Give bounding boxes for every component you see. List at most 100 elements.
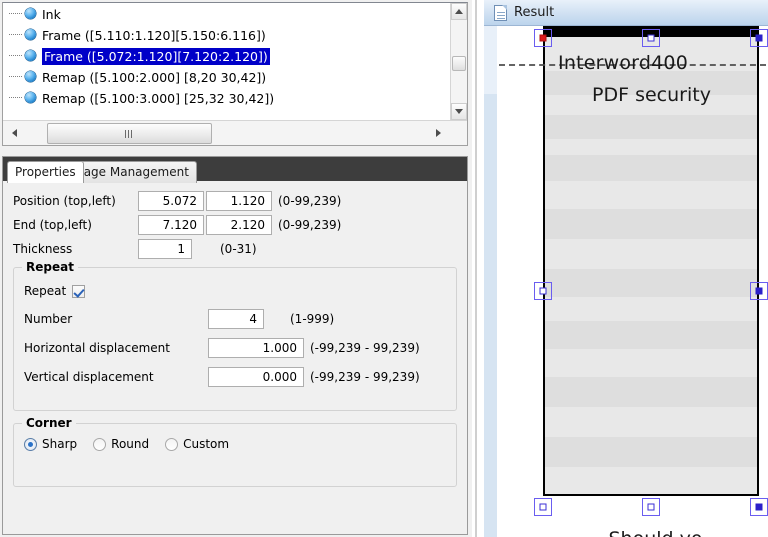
radio-round[interactable] [93, 437, 107, 451]
text-band [545, 155, 757, 181]
handle-core [755, 503, 763, 511]
repeat-checkbox[interactable] [72, 284, 85, 298]
tab-page-management[interactable]: Page Management [69, 161, 197, 183]
tree-item-frame-2-selected[interactable]: Frame ([5.072:1.120][7.120:2.120]) [3, 45, 449, 66]
properties-pane: Position (top,left) (0-99,239) End (top,… [2, 181, 468, 535]
vertical-displacement-row: Vertical displacement (-99,239 - 99,239) [24, 362, 446, 391]
tree-item-frame-1[interactable]: Frame ([5.110:1.120][5.150:6.116]) [3, 24, 449, 45]
text-band [545, 321, 757, 349]
number-range-hint: (1-999) [290, 311, 335, 326]
blue-sphere-icon [25, 29, 36, 40]
scroll-left-button[interactable] [5, 123, 23, 143]
scroll-down-button[interactable] [451, 103, 467, 120]
selection-handle-top-left[interactable] [534, 29, 552, 47]
selection-handle-bottom-right[interactable] [750, 498, 768, 516]
selection-handle-top-right[interactable] [750, 29, 768, 47]
tree-item-label: Frame ([5.072:1.120][7.120:2.120]) [42, 48, 270, 65]
tree-vertical-scrollbar[interactable] [450, 3, 467, 120]
radio-sharp[interactable] [24, 437, 37, 451]
scroll-up-icon [455, 9, 463, 14]
blue-sphere-icon [25, 71, 36, 82]
position-top-input[interactable] [138, 191, 204, 211]
tree-item-label: Remap ([5.100:2.000] [8,20 30,42]) [42, 70, 267, 85]
selection-handle-top-center[interactable] [642, 29, 660, 47]
result-tab-label: Result [514, 5, 555, 20]
text-band [545, 209, 757, 239]
document-subheading: PDF security [592, 84, 711, 106]
text-band [545, 437, 757, 467]
handle-core [647, 503, 655, 511]
horizontal-displacement-input[interactable] [208, 337, 304, 358]
horizontal-displacement-label: Horizontal displacement [24, 340, 170, 355]
left-panel: Ink Frame ([5.110:1.120][5.150:6.116]) F… [0, 0, 472, 537]
document-page[interactable]: Interword400 PDF security Should yo [497, 26, 768, 537]
text-band [545, 377, 757, 407]
panel-splitter[interactable] [472, 0, 484, 537]
selection-handle-middle-left[interactable] [534, 282, 552, 300]
tree-connector-icon [7, 87, 25, 108]
corner-group-title: Corner [22, 416, 76, 430]
tree-item-label: Remap ([5.100:3.000] [25,32 30,42]) [42, 91, 275, 106]
number-input[interactable] [208, 308, 264, 329]
document-icon [494, 4, 507, 21]
thickness-input[interactable] [138, 239, 192, 259]
application-window: Ink Frame ([5.110:1.120][5.150:6.116]) F… [0, 0, 768, 537]
radio-custom-label: Custom [183, 437, 230, 451]
repeat-groupbox: Repeat Repeat Number (1-999) Horizontal … [13, 260, 457, 411]
tree-horizontal-scrollbar[interactable] [3, 120, 467, 145]
document-scrollbar-thumb[interactable] [484, 26, 497, 94]
horizontal-displacement-range-hint: (-99,239 - 99,239) [310, 340, 420, 355]
radio-round-label: Round [111, 437, 150, 451]
position-range-hint: (0-99,239) [278, 194, 342, 208]
end-top-input[interactable] [138, 215, 204, 235]
corner-groupbox: Corner Sharp Round Custom [13, 416, 457, 487]
tree-item-remap-2[interactable]: Remap ([5.100:3.000] [25,32 30,42]) [3, 87, 449, 108]
number-row: Number (1-999) [24, 304, 446, 333]
repeat-checkbox-row: Repeat [24, 278, 446, 304]
document-vertical-scrollbar[interactable] [484, 26, 497, 537]
object-tree-list[interactable]: Ink Frame ([5.110:1.120][5.150:6.116]) F… [3, 3, 449, 120]
radio-custom[interactable] [165, 437, 179, 451]
handle-core [539, 34, 547, 42]
vertical-displacement-range-hint: (-99,239 - 99,239) [310, 369, 420, 384]
tab-result[interactable]: Result [484, 0, 768, 26]
handle-core [647, 34, 655, 42]
text-band [545, 269, 757, 297]
scroll-left-icon [11, 129, 17, 137]
selection-handle-bottom-left[interactable] [534, 498, 552, 516]
position-row: Position (top,left) (0-99,239) [13, 189, 457, 213]
vertical-scrollbar-thumb[interactable] [452, 56, 466, 71]
thickness-range-hint: (0-31) [220, 242, 257, 256]
tree-item-label: Frame ([5.110:1.120][5.150:6.116]) [42, 28, 266, 43]
vertical-displacement-input[interactable] [208, 366, 304, 387]
handle-core [539, 503, 547, 511]
selection-handle-bottom-center[interactable] [642, 498, 660, 516]
result-panel: Result Interword400 PDF security [484, 0, 768, 537]
document-preview-area[interactable]: Interword400 PDF security Should yo [484, 26, 768, 537]
blue-sphere-icon [25, 8, 36, 19]
corner-radio-group: Sharp Round Custom [24, 437, 446, 451]
tree-item-remap-1[interactable]: Remap ([5.100:2.000] [8,20 30,42]) [3, 66, 449, 87]
end-left-input[interactable] [206, 215, 272, 235]
position-left-input[interactable] [206, 191, 272, 211]
handle-core [539, 287, 547, 295]
vertical-displacement-label: Vertical displacement [24, 369, 154, 384]
tree-item-ink[interactable]: Ink [3, 3, 449, 24]
selection-handle-middle-right[interactable] [750, 282, 768, 300]
thickness-label: Thickness [13, 242, 73, 256]
thickness-row: Thickness (0-31) [13, 237, 457, 261]
scroll-right-icon [435, 129, 441, 137]
handle-core [755, 287, 763, 295]
tree-connector-icon [7, 66, 25, 87]
scroll-right-button[interactable] [429, 123, 447, 143]
end-range-hint: (0-99,239) [278, 218, 342, 232]
tab-properties[interactable]: Properties [7, 161, 84, 183]
position-label: Position (top,left) [13, 194, 116, 208]
document-icon-lines [497, 11, 505, 13]
document-footer-text: Should yo [543, 528, 768, 537]
splitter-edge [475, 0, 477, 537]
tree-item-label: Ink [42, 7, 61, 22]
repeat-checkbox-label: Repeat [24, 284, 67, 298]
horizontal-scrollbar-thumb[interactable] [47, 123, 212, 144]
scroll-up-button[interactable] [451, 3, 467, 20]
